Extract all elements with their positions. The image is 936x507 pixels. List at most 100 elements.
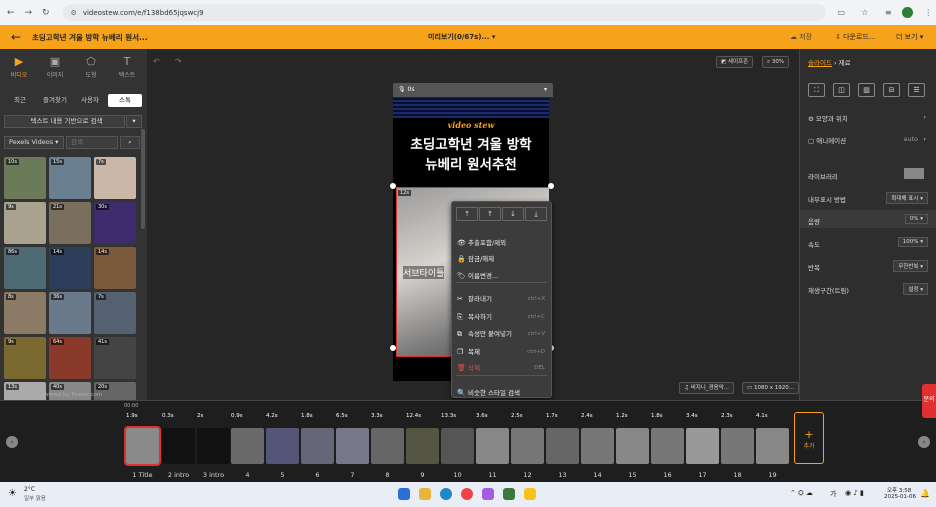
resolution-button[interactable]: ▭ 1080 x 1920... [742,382,799,394]
timeline-clip[interactable]: 2s 3 intro [197,412,230,479]
layout-halves-icon[interactable]: ⊟ [883,83,900,97]
stock-video-thumbnail[interactable]: 30s [94,202,136,244]
timeline-clip[interactable]: 1.8s 16 [651,412,684,479]
clip-thumbnail[interactable] [756,428,789,464]
stock-video-thumbnail[interactable]: 7s [94,292,136,334]
file-explorer-icon[interactable] [419,488,431,500]
chrome-browser-icon[interactable] [461,488,473,500]
search-icon[interactable]: ⌕ [120,136,140,149]
clip-thumbnail[interactable] [686,428,719,464]
scrollbar-thumb[interactable] [141,129,145,229]
clip-thumbnail[interactable] [124,426,161,466]
send-backward-icon[interactable]: ↓ [502,207,524,221]
trim-button[interactable]: 설정 ▾ [903,283,928,295]
back-arrow-icon[interactable]: ← [4,8,18,18]
library-thumbnail[interactable] [904,168,924,179]
clip-thumbnail[interactable] [511,428,544,464]
preview-button[interactable]: 미리보기(0/67s)... ▾ [428,32,495,42]
repeat-select[interactable]: 무한반복 ▾ [893,260,928,272]
bring-to-front-icon[interactable]: ⤒ [456,207,478,221]
project-title[interactable]: 초딩고학년 겨울 방학 뉴베리 원서... [32,32,412,43]
cast-icon[interactable]: ▭ [834,8,849,17]
timeline-clip[interactable]: 13.3s 10 [441,412,474,479]
clip-thumbnail[interactable] [651,428,684,464]
scroll-right-icon[interactable]: › [918,436,930,448]
timeline-clip[interactable]: 1.2s 15 [616,412,649,479]
timeline-clip[interactable]: 1.7s 13 [546,412,579,479]
timeline-clip[interactable]: 2.3s 18 [721,412,754,479]
send-to-back-icon[interactable]: ⤓ [525,207,547,221]
menu-item[interactable]: ⎘ 복사하기 ctrl+C [452,309,551,325]
clip-thumbnail[interactable] [371,428,404,464]
shape-position-row[interactable]: ⚙ 모양과 위치 › [808,113,928,123]
music-track-button[interactable]: ♫ 비지니_경음악... [679,382,735,394]
subtab-favorites[interactable]: 즐겨찾기 [38,94,72,107]
timeline-clip[interactable]: 3.3s 8 [371,412,404,479]
chevron-down-icon[interactable]: ▾ [544,83,547,97]
subtab-recent[interactable]: 최근 [4,94,36,107]
safezone-button[interactable]: ◩ 세이프존 [716,56,754,68]
stock-video-thumbnail[interactable]: 86s [4,247,46,289]
redo-icon[interactable]: ↷ [175,57,182,66]
search-input[interactable] [66,136,118,149]
clip-thumbnail[interactable] [231,428,264,464]
timeline-clip[interactable]: 0.3s 2 intro [162,412,195,479]
chevron-down-icon[interactable]: ▾ [126,115,142,128]
timeline-clip[interactable]: 1.9s 1 Title [124,412,161,479]
download-button[interactable]: ⇩ 다운로드... [835,32,876,42]
clip-thumbnail[interactable] [441,428,474,464]
notification-bell-icon[interactable]: 🔔 [920,489,930,498]
stock-video-thumbnail[interactable]: 14s [94,247,136,289]
subtab-stock[interactable]: 스톡 [108,94,142,107]
menu-item[interactable]: ❐ 복제 ctrl+D [452,344,551,360]
stock-video-thumbnail[interactable]: 8s [4,292,46,334]
source-select[interactable]: Pexels Videos ▾ [4,136,64,149]
stock-video-thumbnail[interactable]: 14s [49,247,91,289]
timeline-clip[interactable]: 4.2s 5 [266,412,299,479]
timeline-clip[interactable]: 4.1s 19 [756,412,789,479]
animation-row[interactable]: ▢ 애니메이션 auto › [808,135,928,145]
clip-thumbnail[interactable] [301,428,334,464]
fit-icon[interactable]: ⛶ [808,83,825,97]
timeline-clip[interactable]: 2.4s 14 [581,412,614,479]
resize-handle[interactable] [548,183,554,189]
more-button[interactable]: 더 보기 ▾ [896,32,923,42]
timeline-clip[interactable]: 1.8s 6 [301,412,334,479]
weather-icon[interactable]: ☀ [8,488,17,499]
stock-video-thumbnail[interactable]: 36s [49,292,91,334]
timeline-clip[interactable]: 6.5s 7 [336,412,369,479]
narration-bar[interactable]: 🎙 0s ▾ [393,83,553,97]
stock-video-thumbnail[interactable]: 9s [4,202,46,244]
save-button[interactable]: ☁ 저장 [790,32,812,42]
bookmark-star-icon[interactable]: ☆ [857,8,872,17]
layout-columns-icon[interactable]: ▥ [858,83,875,97]
menu-item[interactable]: ⧉ 속성만 붙여넣기 ctrl+V [452,326,551,342]
clip-thumbnail[interactable] [581,428,614,464]
speed-select[interactable]: 100% ▾ [897,237,928,247]
clip-thumbnail[interactable] [197,428,230,464]
clip-thumbnail[interactable] [616,428,649,464]
menu-item[interactable]: 🔍 비슷한 스타일 검색 [452,385,551,401]
tab-video[interactable]: ▶ 비디오 [2,55,36,83]
menu-item[interactable]: ✂ 잘라내기 ctrl+X [452,291,551,307]
edge-browser-icon[interactable] [440,488,452,500]
clip-thumbnail[interactable] [162,428,195,464]
volume-select[interactable]: 0% ▾ [904,214,928,224]
resize-handle[interactable] [390,345,396,351]
stock-video-thumbnail[interactable]: 9s [4,337,46,379]
bring-forward-icon[interactable]: ↑ [479,207,501,221]
tray-icons[interactable]: ⌃ ⛭ ☁ [790,489,813,498]
stock-video-thumbnail[interactable]: 10s [4,157,46,199]
clip-thumbnail[interactable] [266,428,299,464]
app-icon[interactable] [503,488,515,500]
layout-rows-icon[interactable]: ☰ [908,83,925,97]
display-select[interactable]: 확대해 표시 ▾ [886,192,928,204]
title-text-line1[interactable]: 초딩고학년 겨울 방학 [393,136,549,154]
subtab-user[interactable]: 사용자 [74,94,106,107]
clip-thumbnail[interactable] [336,428,369,464]
timeline-clip[interactable]: 0.9s 4 [231,412,264,479]
timeline-clip[interactable]: 2.5s 12 [511,412,544,479]
timeline-clip[interactable]: 3.6s 11 [476,412,509,479]
forward-arrow-icon[interactable]: → [22,8,36,18]
stock-video-thumbnail[interactable]: 21s [49,202,91,244]
